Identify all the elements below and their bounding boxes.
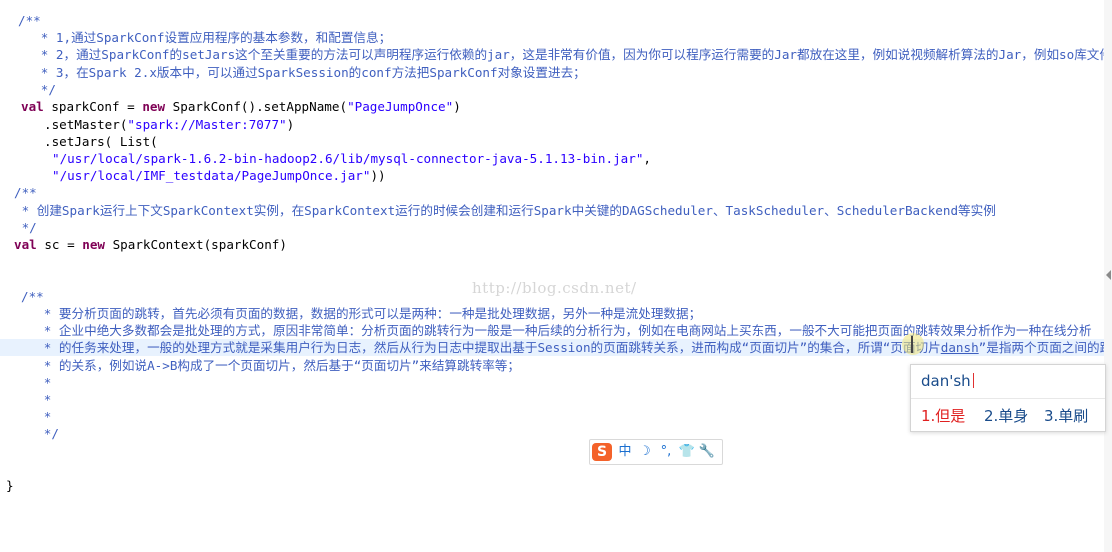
code-text: sparkConf = <box>43 99 143 114</box>
ime-pinyin-input: dan'sh <box>921 372 974 390</box>
comment-line: * <box>21 392 52 407</box>
comment-open: /** <box>14 185 37 200</box>
code-text: SparkConf().setAppName( <box>165 99 348 114</box>
comment-text: * 的任务来处理，一般的处理方式就是采集用户行为日志，然后从行为日志中提取出基于… <box>21 340 941 355</box>
string-literal: "/usr/local/spark-1.6.2-bin-hadoop2.6/li… <box>52 151 644 166</box>
keyword: val <box>21 99 44 114</box>
divider <box>911 398 1105 399</box>
code-text: ) <box>453 99 461 114</box>
ime-candidate-2[interactable]: 2.单身 <box>984 405 1028 426</box>
keyword: val <box>14 237 37 252</box>
ime-composition-text: dansh <box>940 340 979 355</box>
comment-open: /** <box>18 13 41 28</box>
comment-open: /** <box>21 289 44 304</box>
code-line-sparkcontext: val sc = new SparkContext(sparkConf) <box>14 236 287 253</box>
scroll-left-arrow-icon[interactable] <box>1106 270 1111 280</box>
code-text: SparkContext(sparkConf) <box>105 237 287 252</box>
code-line-jar-path: "/usr/local/IMF_testdata/PageJumpOnce.ja… <box>52 167 386 184</box>
comment-line: * 创建Spark运行上下文SparkContext实例，在SparkConte… <box>14 203 996 218</box>
closing-brace: } <box>6 478 14 493</box>
comment-line: * 2，通过SparkConf的setJars这个至关重要的方法可以声明程序运行… <box>18 47 1112 62</box>
skin-icon[interactable]: 👕 <box>678 443 696 461</box>
vertical-scrollbar[interactable] <box>1104 0 1112 552</box>
code-text: .setMaster( <box>44 117 128 132</box>
sogou-logo-icon[interactable]: S <box>592 443 612 461</box>
ime-candidate-window: dan'sh 1.但是 2.单身 3.单刷 <box>910 364 1106 432</box>
watermark: http://blog.csdn.net/ <box>472 279 637 297</box>
comment-line: * 的关系，例如说A->B构成了一个页面切片，然后基于“页面切片”来结算跳转率等… <box>21 358 520 373</box>
comment-close: */ <box>14 220 37 235</box>
current-line: * 的任务来处理，一般的处理方式就是采集用户行为日志，然后从行为日志中提取出基于… <box>0 339 1112 356</box>
comment-line: * <box>21 375 52 390</box>
code-text: sc = <box>36 237 83 252</box>
ime-toolbar: S 中 ☽ °, 👕 🔧 <box>589 439 723 465</box>
keyword: new <box>82 237 105 252</box>
ime-pinyin-text: dan'sh <box>921 372 971 390</box>
punctuation-toggle[interactable]: °, <box>656 443 676 461</box>
code-line-setmaster: .setMaster("spark://Master:7077") <box>44 116 294 133</box>
wrench-icon[interactable]: 🔧 <box>698 443 716 461</box>
comment-line: * 要分析页面的跳转，首先必须有页面的数据，数据的形式可以是两种：一种是批处理数… <box>21 306 702 321</box>
code-text: )) <box>370 168 386 183</box>
moon-icon[interactable]: ☽ <box>636 443 654 461</box>
string-literal: "spark://Master:7077" <box>127 117 287 132</box>
code-editor[interactable]: /** * 1,通过SparkConf设置应用程序的基本参数，和配置信息； * … <box>0 0 1112 552</box>
input-mode-toggle[interactable]: 中 <box>616 443 634 461</box>
comment-text: ”是指两个页面之间的跳转构 <box>978 340 1112 355</box>
keyword: new <box>142 99 166 114</box>
ime-candidate-3[interactable]: 3.单刷 <box>1044 405 1088 426</box>
ime-caret <box>972 373 974 388</box>
comment-line: * 3，在Spark 2.x版本中，可以通过SparkSession的conf方… <box>18 65 586 80</box>
code-line-setjars: .setJars( List( <box>44 134 158 149</box>
comment-close: */ <box>18 82 56 97</box>
comment-line: * 1,通过SparkConf设置应用程序的基本参数，和配置信息； <box>18 30 392 45</box>
code-line-sparkconf: val sparkConf = new SparkConf().setAppNa… <box>21 98 461 115</box>
code-text: , <box>643 151 651 166</box>
comment-close: */ <box>21 426 59 441</box>
string-literal: "PageJumpOnce" <box>347 99 454 114</box>
code-line-jar-path: "/usr/local/spark-1.6.2-bin-hadoop2.6/li… <box>52 150 651 167</box>
code-text: ) <box>286 117 295 132</box>
comment-line: * <box>21 409 52 424</box>
text-cursor-icon <box>911 336 913 353</box>
comment-line: * 企业中绝大多数都会是批处理的方式，原因非常简单：分析页面的跳转行为一般是一种… <box>21 323 1092 338</box>
mouse-cursor-highlight <box>902 333 924 355</box>
ime-candidate-1[interactable]: 1.但是 <box>921 405 965 426</box>
string-literal: "/usr/local/IMF_testdata/PageJumpOnce.ja… <box>52 168 371 183</box>
